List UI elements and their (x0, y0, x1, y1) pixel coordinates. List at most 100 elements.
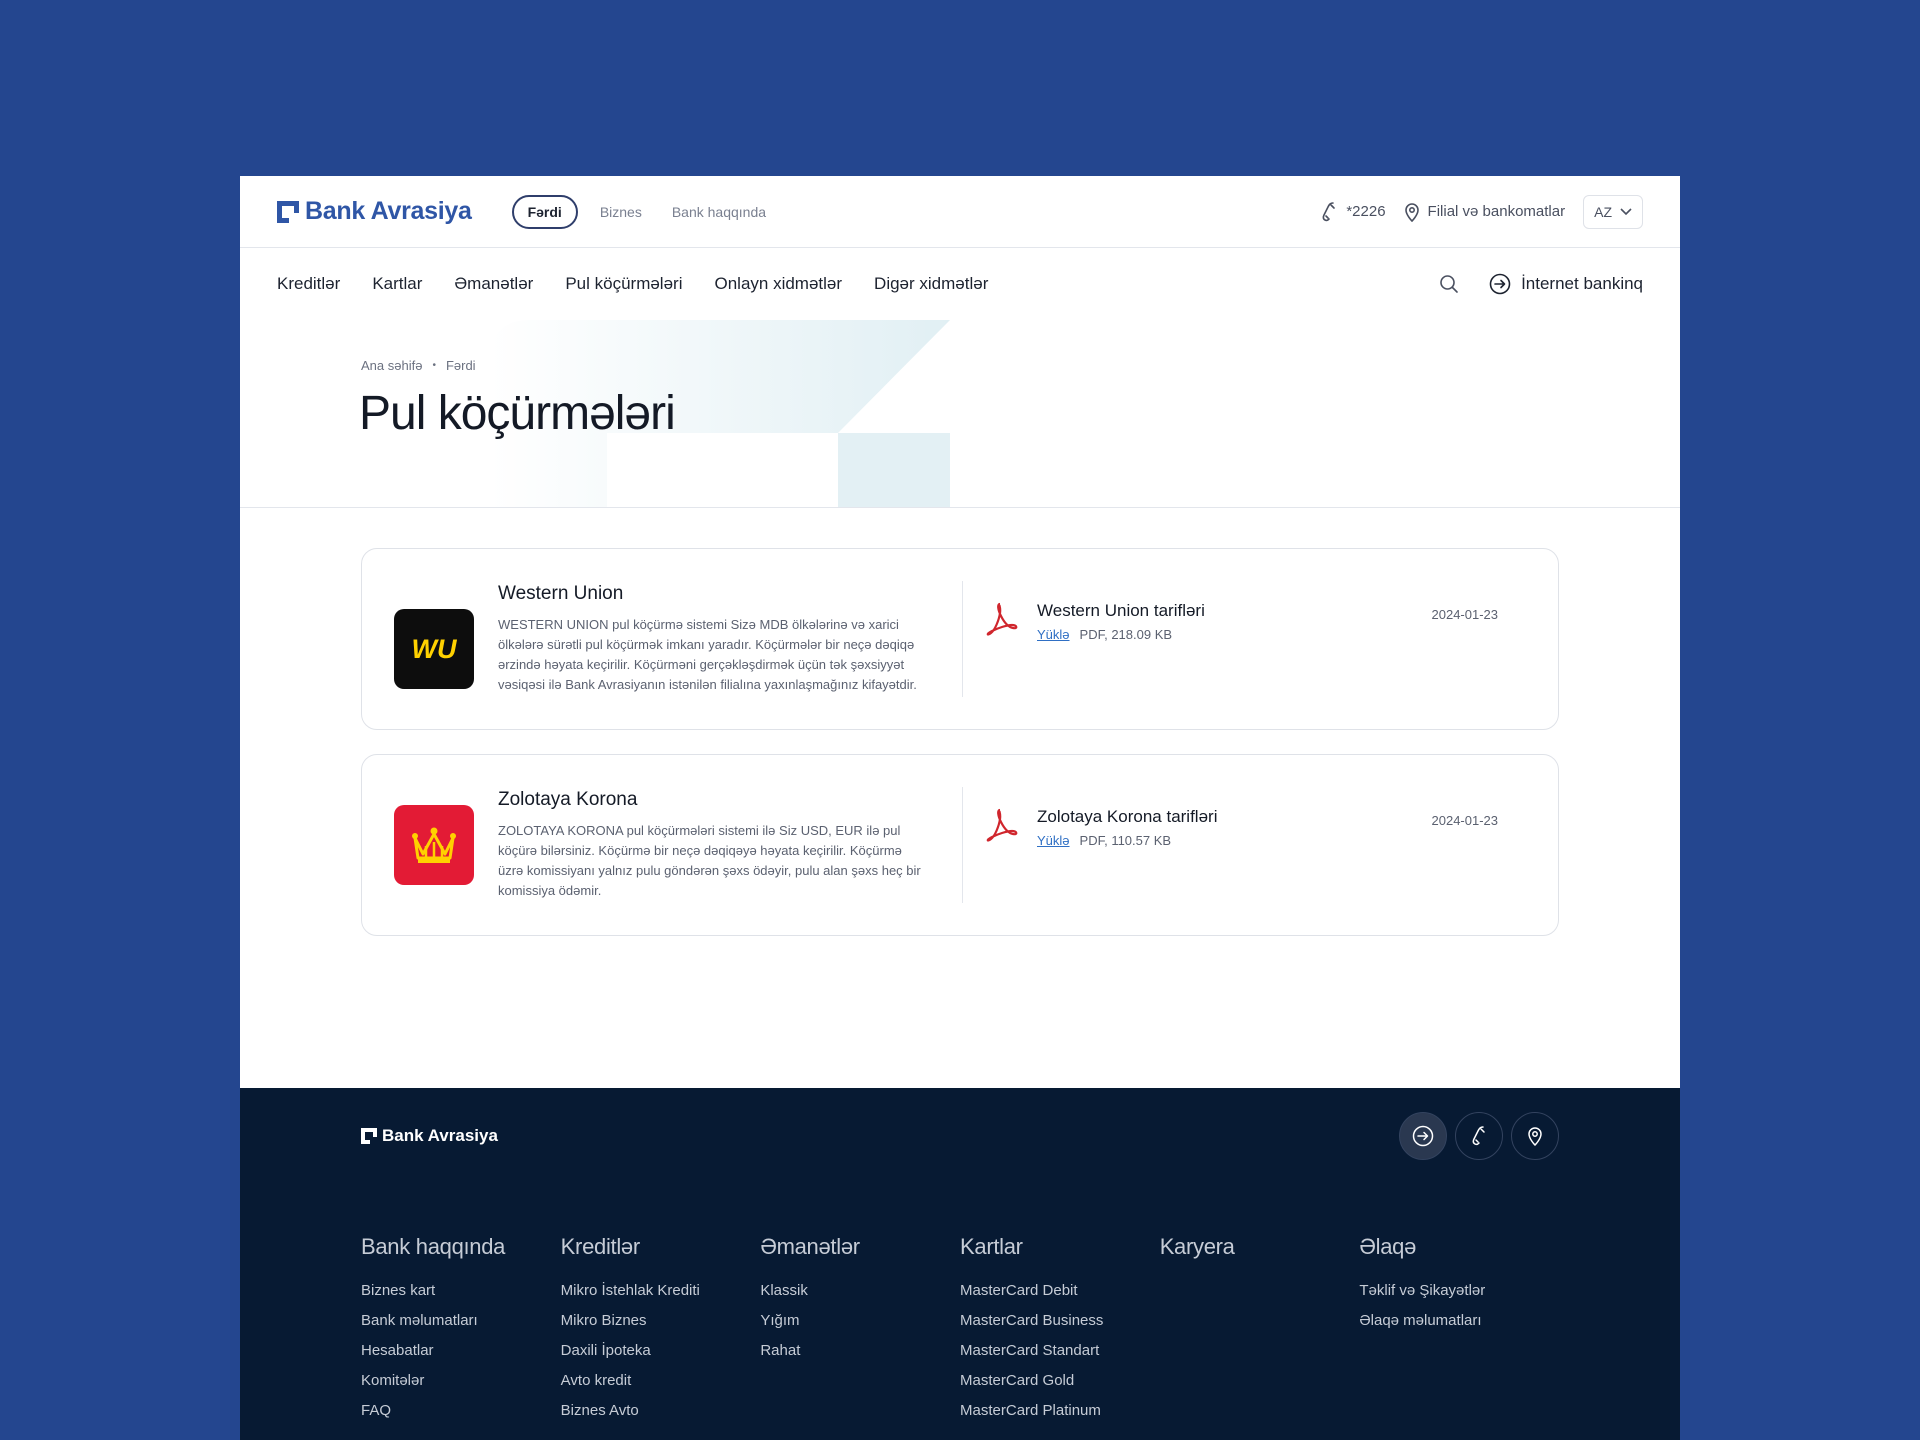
footer-col-title[interactable]: Kreditlər (561, 1234, 761, 1260)
footer-link[interactable]: MasterCard Gold (960, 1372, 1160, 1389)
download-link[interactable]: Yüklə (1037, 833, 1070, 848)
file-info: PDF, 110.57 KB (1079, 833, 1172, 848)
footer-link[interactable]: Komitələr (361, 1372, 561, 1389)
footer-link[interactable]: Yığım (760, 1312, 960, 1329)
top-right-tools: *2226 Filial və bankomatlar AZ (1320, 194, 1643, 229)
footer-phone-button[interactable] (1455, 1112, 1503, 1160)
footer-link[interactable]: MasterCard Platinum (960, 1402, 1160, 1419)
footer-col-title[interactable]: Bank haqqında (361, 1234, 561, 1260)
footer-col-emanetler: Əmanətlər Klassik Yığım Rahat (760, 1234, 960, 1432)
page-frame: Bank Avrasiya Fərdi Biznes Bank haqqında… (240, 176, 1680, 1440)
crown-icon (412, 827, 456, 863)
branches-label: Filial və bankomatlar (1427, 203, 1566, 220)
card-text: Western Union WESTERN UNION pul köçürmə … (498, 583, 930, 695)
nav-item-pul-kocurmeleri[interactable]: Pul köçürmələri (565, 274, 682, 294)
login-arrow-icon (1489, 273, 1511, 295)
branches-link[interactable]: Filial və bankomatlar (1404, 202, 1566, 222)
card-document: Western Union tarifləri Yüklə PDF, 218.0… (963, 549, 1558, 729)
search-icon[interactable] (1439, 274, 1459, 294)
nav-item-kreditler[interactable]: Kreditlər (277, 274, 340, 294)
location-pin-icon (1528, 1127, 1542, 1146)
footer-location-button[interactable] (1511, 1112, 1559, 1160)
footer-col-kartlar: Kartlar MasterCard Debit MasterCard Busi… (960, 1234, 1160, 1432)
location-pin-icon (1404, 202, 1419, 222)
footer-link[interactable]: MasterCard Debit (960, 1282, 1160, 1299)
download-link[interactable]: Yüklə (1037, 627, 1070, 642)
transfer-cards: WU Western Union WESTERN UNION pul köçür… (240, 508, 1680, 936)
footer-link[interactable]: MasterCard Standart (960, 1342, 1160, 1359)
bank-logo[interactable]: Bank Avrasiya (277, 197, 472, 226)
footer-logo-text: Bank Avrasiya (382, 1126, 498, 1145)
document-date: 2024-01-23 (1431, 607, 1499, 622)
segment-switcher: Fərdi Biznes Bank haqqında (511, 194, 774, 229)
site-footer: Bank Avrasiya Bank haqqında Biznes kart (240, 1088, 1680, 1440)
transfer-card-western-union: WU Western Union WESTERN UNION pul köçür… (361, 548, 1559, 730)
footer-link[interactable]: Mikro İstehlak Krediti (561, 1282, 761, 1299)
footer-col-kreditler: Kreditlər Mikro İstehlak Krediti Mikro B… (561, 1234, 761, 1432)
card-text: Zolotaya Korona ZOLOTAYA KORONA pul köçü… (498, 789, 930, 901)
footer-col-title[interactable]: Əlaqə (1359, 1234, 1559, 1260)
footer-link[interactable]: Mikro Biznes (561, 1312, 761, 1329)
segment-biznes[interactable]: Biznes (592, 204, 650, 220)
footer-login-button[interactable] (1399, 1112, 1447, 1160)
phone-link[interactable]: *2226 (1320, 201, 1386, 222)
footer-link[interactable]: Hesabatlar (361, 1342, 561, 1359)
transfer-card-zolotaya-korona: Zolotaya Korona ZOLOTAYA KORONA pul köçü… (361, 754, 1559, 936)
card-title: Western Union (498, 583, 624, 604)
internet-banking-button[interactable]: İnternet bankinq (1489, 273, 1643, 295)
phone-icon (1322, 201, 1336, 221)
segment-ferdi[interactable]: Fərdi (511, 194, 578, 229)
language-select[interactable]: AZ (1583, 194, 1643, 229)
footer-col-bank: Bank haqqında Biznes kart Bank məlumatla… (361, 1234, 561, 1432)
footer-link[interactable]: Bank məlumatları (361, 1312, 561, 1329)
footer-link[interactable]: FAQ (361, 1402, 561, 1419)
footer-link[interactable]: Təklif və Şikayətlər (1359, 1282, 1559, 1299)
nav-item-diger-xidmetler[interactable]: Digər xidmətlər (874, 274, 988, 294)
nav-right: İnternet bankinq (1439, 273, 1643, 295)
segment-bank-about[interactable]: Bank haqqında (664, 204, 774, 220)
footer-col-title[interactable]: Əmanətlər (760, 1234, 960, 1260)
footer-top: Bank Avrasiya (361, 1088, 1559, 1184)
nav-item-onlayn-xidmetler[interactable]: Onlayn xidmətlər (714, 274, 842, 294)
document-title: Western Union tarifləri (1037, 601, 1205, 620)
footer-col-karyera: Karyera (1160, 1234, 1360, 1432)
language-value: AZ (1594, 203, 1612, 220)
breadcrumb-home[interactable]: Ana səhifə (361, 358, 422, 373)
footer-link[interactable]: Əlaqə məlumatları (1359, 1312, 1559, 1329)
document-meta: Yüklə PDF, 218.09 KB (1037, 627, 1205, 642)
logo-text: Bank Avrasiya (305, 197, 472, 225)
document-title: Zolotaya Korona tarifləri (1037, 807, 1218, 826)
footer-link[interactable]: Klassik (760, 1282, 960, 1299)
breadcrumb-ferdi[interactable]: Fərdi (446, 358, 476, 373)
wu-logo-text: WU (412, 634, 458, 664)
western-union-logo: WU (394, 609, 474, 689)
breadcrumb-separator: • (432, 360, 436, 371)
wu-logo-icon: WU (402, 634, 466, 664)
document-date: 2024-01-23 (1431, 813, 1499, 828)
page-title: Pul köçürmələri (359, 387, 676, 440)
document-info: Western Union tarifləri Yüklə PDF, 218.0… (1037, 601, 1205, 642)
footer-link[interactable]: Avto kredit (561, 1372, 761, 1389)
page-hero: Ana səhifə • Fərdi Pul köçürmələri (240, 320, 1680, 508)
nav-item-emanetler[interactable]: Əmanətlər (454, 274, 533, 294)
footer-link[interactable]: MasterCard Business (960, 1312, 1160, 1329)
footer-col-title[interactable]: Kartlar (960, 1234, 1160, 1260)
footer-logo-mark-icon (361, 1128, 377, 1144)
footer-link[interactable]: Biznes kart (361, 1282, 561, 1299)
main-nav: Kreditlər Kartlar Əmanətlər Pul köçürməl… (240, 248, 1680, 320)
footer-columns: Bank haqqında Biznes kart Bank məlumatla… (361, 1234, 1559, 1432)
footer-actions (1399, 1112, 1559, 1160)
footer-logo[interactable]: Bank Avrasiya (361, 1126, 498, 1146)
document-meta: Yüklə PDF, 110.57 KB (1037, 833, 1217, 848)
pdf-icon (986, 808, 1018, 842)
nav-item-kartlar[interactable]: Kartlar (372, 274, 422, 294)
footer-col-title[interactable]: Karyera (1160, 1234, 1360, 1260)
card-info: WU Western Union WESTERN UNION pul köçür… (362, 549, 962, 729)
login-arrow-icon (1412, 1125, 1434, 1147)
logo-mark-icon (277, 200, 299, 223)
footer-link[interactable]: Rahat (760, 1342, 960, 1359)
main-menu: Kreditlər Kartlar Əmanətlər Pul köçürməl… (277, 274, 988, 294)
footer-link[interactable]: Daxili İpoteka (561, 1342, 761, 1359)
phone-number: *2226 (1346, 203, 1386, 220)
footer-link[interactable]: Biznes Avto (561, 1402, 761, 1419)
